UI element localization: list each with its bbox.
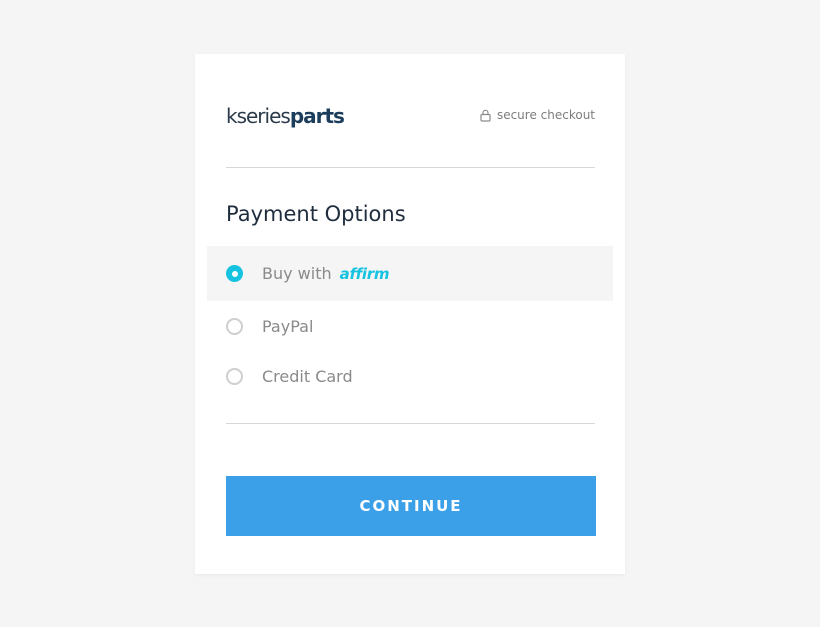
- payment-option-affirm[interactable]: Buy with affirm: [207, 246, 613, 301]
- radio-credit-card[interactable]: [226, 367, 243, 385]
- payment-option-paypal[interactable]: PayPal: [207, 301, 613, 351]
- secure-checkout-label: secure checkout: [496, 108, 595, 122]
- continue-button[interactable]: CONTINUE: [226, 476, 596, 536]
- lock-icon: [480, 109, 491, 122]
- payment-options-title: Payment Options: [226, 202, 406, 226]
- kseriesparts-logo[interactable]: kseriesparts: [226, 104, 345, 128]
- payment-option-label: PayPal: [262, 316, 314, 336]
- payment-option-credit-card[interactable]: Credit Card: [207, 351, 613, 401]
- radio-affirm[interactable]: [226, 265, 243, 282]
- checkout-header: kseriesparts secure checkout: [226, 54, 595, 168]
- affirm-logo: affirm: [339, 264, 390, 283]
- logo-text-parts: parts: [289, 104, 345, 128]
- secure-checkout-indicator: secure checkout: [480, 108, 595, 122]
- radio-paypal[interactable]: [226, 317, 243, 335]
- payment-option-label: Buy with: [262, 264, 332, 283]
- payment-option-label: Credit Card: [262, 366, 353, 386]
- logo-text-kseries: kseries: [226, 104, 291, 128]
- payment-options-list: Buy with affirm PayPal Credit Card: [207, 246, 613, 401]
- section-divider: [226, 423, 595, 424]
- checkout-card: kseriesparts secure checkout Payment Opt…: [195, 54, 625, 574]
